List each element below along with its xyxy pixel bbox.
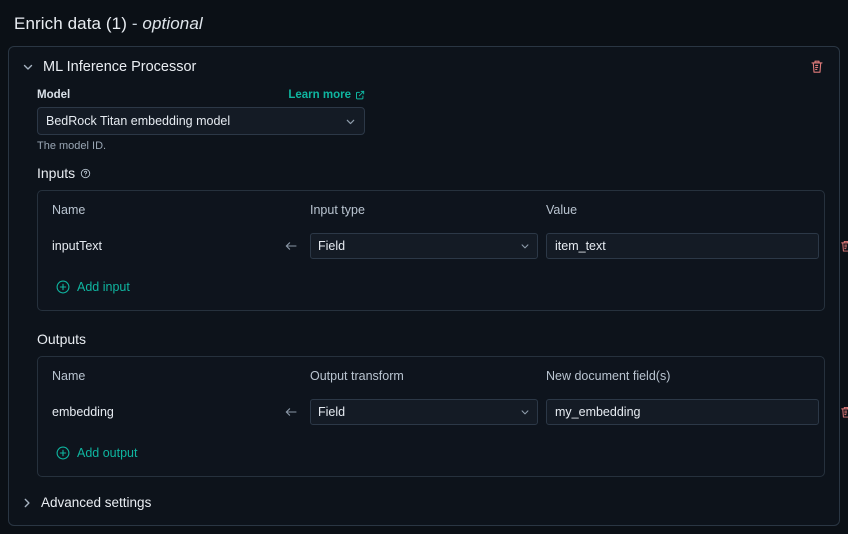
trash-icon[interactable]	[839, 405, 848, 420]
outputs-table-header: Name Output transform New document field…	[38, 357, 824, 394]
advanced-settings-toggle[interactable]: Advanced settings	[21, 495, 825, 510]
input-type-value: Field	[318, 239, 346, 253]
advanced-settings-label: Advanced settings	[41, 495, 152, 510]
output-row-name: embedding	[52, 405, 114, 419]
input-type-select[interactable]: Field	[310, 233, 538, 259]
output-newfield-input[interactable]: my_embedding	[546, 399, 819, 425]
learn-more-link[interactable]: Learn more	[288, 89, 365, 101]
chevron-down-icon[interactable]	[19, 58, 37, 76]
model-label: Model	[37, 89, 71, 101]
inputs-title-label: Inputs	[37, 165, 76, 181]
page-title-optional: optional	[142, 14, 203, 33]
external-link-icon	[355, 90, 365, 100]
output-row-transform-cell: Field	[310, 399, 546, 425]
model-help-text: The model ID.	[37, 140, 107, 152]
table-row: embedding Field my_embedding	[38, 394, 848, 430]
output-transform-value: Field	[318, 405, 346, 419]
output-row-delete-cell	[819, 405, 848, 420]
question-circle-icon[interactable]	[80, 168, 91, 179]
learn-more-label: Learn more	[288, 89, 351, 101]
outputs-col-newfield: New document field(s)	[546, 368, 671, 383]
chevron-down-icon	[520, 241, 530, 251]
outputs-col-transform: Output transform	[310, 368, 404, 383]
input-row-type-cell: Field	[310, 233, 546, 259]
table-row: inputText Field item_text	[38, 228, 848, 264]
processor-body: Model Learn more BedRock Titan embedding…	[9, 89, 848, 510]
output-transform-select[interactable]: Field	[310, 399, 538, 425]
arrow-left-icon	[284, 240, 310, 252]
outputs-table: Name Output transform New document field…	[37, 356, 848, 477]
arrow-left-icon	[284, 406, 310, 418]
inputs-col-type: Input type	[310, 202, 365, 217]
model-select-value: BedRock Titan embedding model	[46, 114, 231, 128]
model-select[interactable]: BedRock Titan embedding model	[37, 107, 365, 135]
chevron-down-icon	[345, 116, 356, 127]
inputs-col-value: Value	[546, 202, 578, 217]
processor-header[interactable]: ML Inference Processor	[9, 47, 839, 87]
add-input-button[interactable]: Add input	[56, 280, 130, 294]
add-input-label: Add input	[77, 280, 130, 294]
add-output-label: Add output	[77, 446, 138, 460]
input-row-value-cell: item_text	[546, 233, 819, 259]
chevron-down-icon	[520, 407, 530, 417]
input-value-field[interactable]: item_text	[546, 233, 819, 259]
chevron-right-icon	[21, 497, 33, 509]
outputs-table-footer: Add output	[38, 430, 824, 476]
inputs-col-name: Name	[52, 202, 86, 217]
processor-title: ML Inference Processor	[43, 59, 197, 75]
inputs-section-title: Inputs	[37, 165, 825, 181]
page-title: Enrich data (1) - optional	[0, 0, 848, 34]
input-row-delete-cell	[819, 239, 848, 254]
page-title-main: Enrich data (1)	[14, 14, 127, 33]
input-row-name: inputText	[52, 239, 103, 253]
page-title-separator: -	[127, 14, 143, 33]
trash-icon[interactable]	[809, 59, 825, 75]
inputs-table-header: Name Input type Value	[38, 191, 824, 228]
add-output-button[interactable]: Add output	[56, 446, 137, 460]
plus-circle-icon	[56, 280, 70, 294]
plus-circle-icon	[56, 446, 70, 460]
output-row-value-cell: my_embedding	[546, 399, 819, 425]
ml-inference-processor-panel: ML Inference Processor Model Learn more	[8, 46, 848, 526]
inputs-table-footer: Add input	[38, 264, 824, 310]
inputs-table: Name Input type Value inputText Field it…	[37, 190, 848, 311]
model-label-row: Model Learn more	[37, 89, 365, 101]
trash-icon[interactable]	[839, 239, 848, 254]
outputs-col-name: Name	[52, 368, 86, 383]
outputs-section-title: Outputs	[37, 331, 87, 347]
